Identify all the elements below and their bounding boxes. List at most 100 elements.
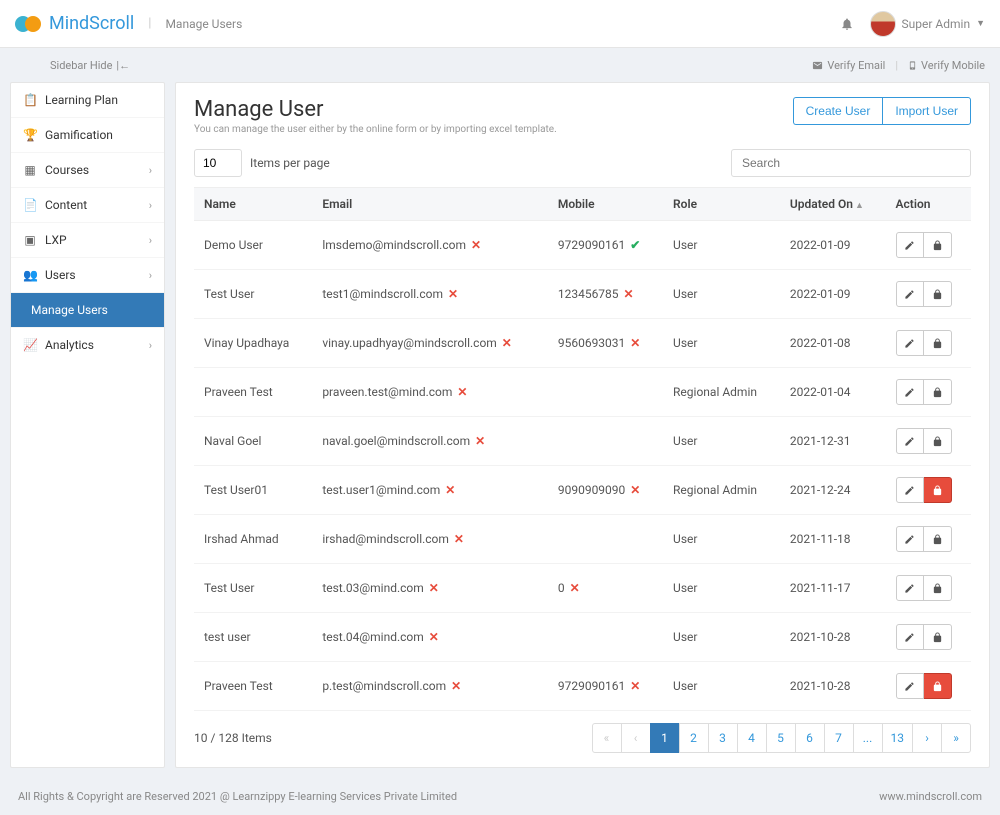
page-number[interactable]: 7: [824, 723, 854, 753]
cell-updated: 2021-11-18: [780, 515, 886, 564]
search-input[interactable]: [731, 149, 971, 177]
cell-mobile: [548, 613, 663, 662]
user-name: Super Admin: [902, 17, 971, 31]
cell-name: Praveen Test: [194, 662, 312, 711]
sidebar-item-lxp[interactable]: ▣LXP›: [11, 223, 164, 258]
sidebar-item-analytics[interactable]: 📈Analytics›: [11, 328, 164, 362]
cell-updated: 2021-10-28: [780, 613, 886, 662]
sidebar: 📋Learning Plan🏆Gamification▦Courses›📄Con…: [10, 82, 165, 768]
pagination: «‹1234567...13›»: [592, 723, 972, 753]
lock-button[interactable]: [924, 379, 952, 405]
sidebar-item-manage-users[interactable]: Manage Users: [11, 293, 164, 328]
cell-name: Test User: [194, 564, 312, 613]
x-icon: ✕: [624, 287, 634, 301]
edit-button[interactable]: [896, 330, 924, 356]
sidebar-toggle[interactable]: Sidebar Hide |←: [50, 59, 130, 72]
lock-button[interactable]: [924, 673, 952, 699]
edit-button[interactable]: [896, 673, 924, 699]
edit-button[interactable]: [896, 379, 924, 405]
page-number[interactable]: 6: [795, 723, 825, 753]
page-title: Manage User: [194, 97, 557, 122]
cell-email: test.user1@mind.com ✕: [312, 466, 548, 515]
cell-action: [886, 466, 971, 515]
col-mobile[interactable]: Mobile: [548, 188, 663, 221]
lock-button[interactable]: [924, 624, 952, 650]
sidebar-item-gamification[interactable]: 🏆Gamification: [11, 118, 164, 153]
col-updated[interactable]: Updated On▲: [780, 188, 886, 221]
footer-link[interactable]: www.mindscroll.com: [879, 790, 982, 803]
cell-mobile: [548, 368, 663, 417]
page-number[interactable]: 3: [708, 723, 738, 753]
cell-updated: 2022-01-08: [780, 319, 886, 368]
page-number[interactable]: 1: [650, 723, 680, 753]
lock-button[interactable]: [924, 281, 952, 307]
page-nav[interactable]: ‹: [621, 723, 651, 753]
x-icon: ✕: [475, 434, 485, 448]
user-menu[interactable]: Super Admin ▼: [870, 11, 985, 37]
edit-button[interactable]: [896, 526, 924, 552]
cell-email: irshad@mindscroll.com ✕: [312, 515, 548, 564]
page-number[interactable]: 5: [766, 723, 796, 753]
page-number[interactable]: ...: [853, 723, 883, 753]
lock-button[interactable]: [924, 477, 952, 503]
verify-mobile-link[interactable]: Verify Mobile: [908, 59, 985, 72]
sidebar-item-users[interactable]: 👥Users›: [11, 258, 164, 293]
sidebar-item-label: Courses: [45, 163, 89, 177]
check-icon: ✔: [630, 238, 640, 252]
verify-email-link[interactable]: Verify Email: [812, 59, 885, 72]
x-icon: ✕: [454, 532, 464, 546]
cell-email: vinay.upadhyay@mindscroll.com ✕: [312, 319, 548, 368]
col-role[interactable]: Role: [663, 188, 780, 221]
table-row: Test Usertest.03@mind.com ✕0 ✕User2021-1…: [194, 564, 971, 613]
cell-email: test1@mindscroll.com ✕: [312, 270, 548, 319]
x-icon: ✕: [429, 630, 439, 644]
brand-logo[interactable]: MindScroll: [15, 13, 134, 34]
cell-email: test.04@mind.com ✕: [312, 613, 548, 662]
lock-button[interactable]: [924, 428, 952, 454]
cell-updated: 2021-10-28: [780, 662, 886, 711]
table-row: Irshad Ahmadirshad@mindscroll.com ✕User2…: [194, 515, 971, 564]
lock-button[interactable]: [924, 575, 952, 601]
cell-name: Demo User: [194, 221, 312, 270]
cell-action: [886, 270, 971, 319]
sidebar-item-content[interactable]: 📄Content›: [11, 188, 164, 223]
cell-name: Vinay Upadhaya: [194, 319, 312, 368]
page-number[interactable]: 2: [679, 723, 709, 753]
edit-button[interactable]: [896, 232, 924, 258]
chevron-right-icon: ›: [149, 164, 152, 177]
edit-button[interactable]: [896, 575, 924, 601]
page-number[interactable]: 13: [882, 723, 914, 753]
edit-button[interactable]: [896, 428, 924, 454]
sidebar-item-courses[interactable]: ▦Courses›: [11, 153, 164, 188]
edit-button[interactable]: [896, 477, 924, 503]
content-panel: Manage User You can manage the user eith…: [175, 82, 990, 768]
sidebar-item-label: Content: [45, 198, 87, 212]
edit-button[interactable]: [896, 624, 924, 650]
col-email[interactable]: Email: [312, 188, 548, 221]
items-per-page-input[interactable]: [194, 149, 242, 177]
cell-name: Test User: [194, 270, 312, 319]
sidebar-item-learning-plan[interactable]: 📋Learning Plan: [11, 83, 164, 118]
cell-mobile: 0 ✕: [548, 564, 663, 613]
divider: |: [148, 16, 151, 31]
sidebar-item-label: Learning Plan: [45, 93, 118, 107]
logo-icon: [15, 14, 43, 34]
cell-mobile: 9729090161 ✔: [548, 221, 663, 270]
page-nav[interactable]: »: [941, 723, 971, 753]
cell-name: test user: [194, 613, 312, 662]
cell-action: [886, 613, 971, 662]
page-number[interactable]: 4: [737, 723, 767, 753]
edit-button[interactable]: [896, 281, 924, 307]
page-nav[interactable]: «: [592, 723, 622, 753]
page-nav[interactable]: ›: [912, 723, 942, 753]
cell-email: p.test@mindscroll.com ✕: [312, 662, 548, 711]
create-user-button[interactable]: Create User: [793, 97, 883, 125]
lock-button[interactable]: [924, 526, 952, 552]
import-user-button[interactable]: Import User: [882, 97, 971, 125]
bell-icon[interactable]: [840, 17, 854, 31]
col-name[interactable]: Name: [194, 188, 312, 221]
lock-button[interactable]: [924, 232, 952, 258]
cell-updated: 2022-01-04: [780, 368, 886, 417]
lock-button[interactable]: [924, 330, 952, 356]
cell-role: User: [663, 564, 780, 613]
